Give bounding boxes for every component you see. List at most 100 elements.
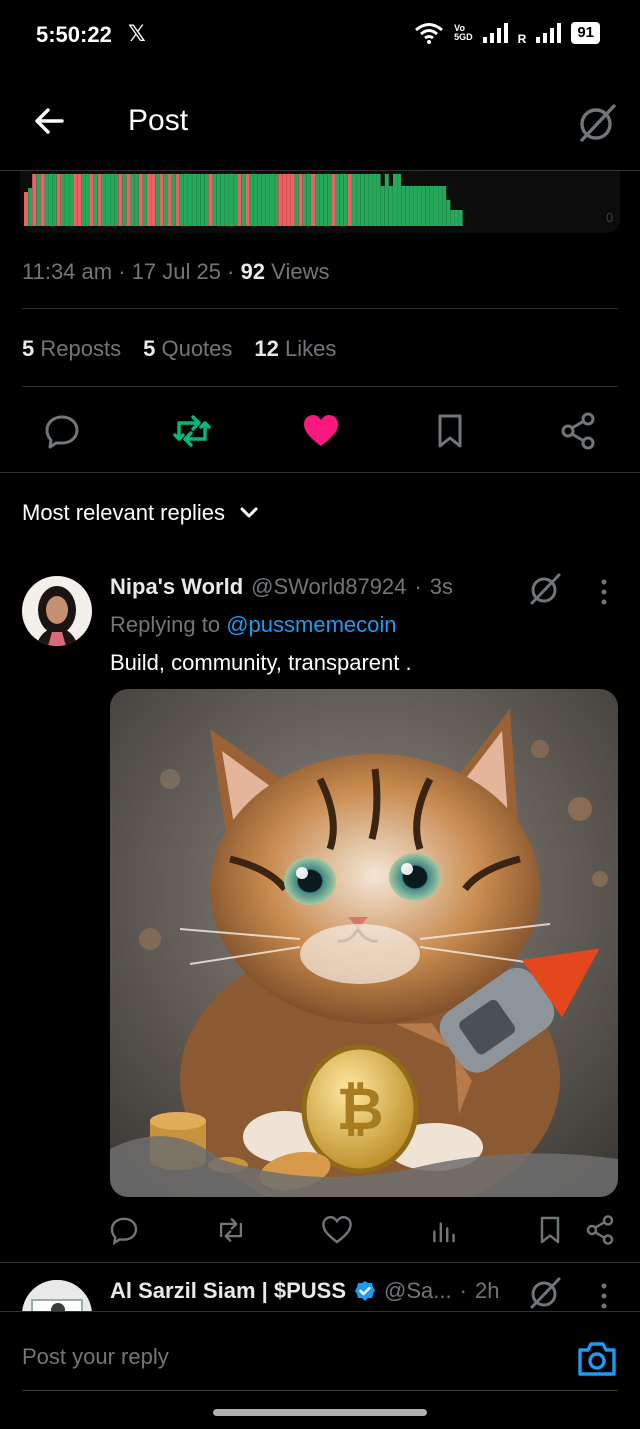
repost-icon[interactable]: [215, 1214, 247, 1246]
chart-bar: [417, 186, 422, 226]
chart-bar: [155, 174, 160, 226]
x-logo-icon: 𝕏: [128, 21, 146, 46]
price-chart-card[interactable]: [20, 171, 620, 233]
chevron-down-icon: [240, 507, 258, 518]
wifi-icon: [415, 23, 444, 44]
chart-bar: [93, 174, 98, 226]
grok-icon[interactable]: [574, 100, 620, 144]
share-icon[interactable]: [558, 411, 598, 451]
chart-bar: [126, 174, 131, 226]
replies-sort-dropdown[interactable]: Most relevant replies: [22, 500, 259, 526]
chart-bar: [110, 174, 115, 226]
chart-bar: [212, 174, 217, 226]
chart-bar: [388, 186, 393, 226]
avatar[interactable]: [22, 576, 92, 646]
chart-bar: [188, 174, 192, 226]
grok-icon[interactable]: [526, 1274, 564, 1310]
chart-bar: [204, 174, 209, 226]
camera-icon[interactable]: [576, 1338, 618, 1378]
chart-bar: [347, 174, 352, 226]
chart-bar: [77, 174, 82, 226]
chart-bar: [24, 192, 28, 226]
chart-bar: [56, 174, 61, 226]
chart-bar: [85, 174, 90, 226]
chart-bar: [401, 186, 406, 226]
likes-stat[interactable]: 12 Likes: [254, 336, 336, 362]
chart-bar: [257, 174, 262, 226]
chart-bar: [101, 174, 106, 226]
repost-icon[interactable]: [171, 411, 213, 451]
reply-author-name[interactable]: Al Sarzil Siam | $PUSS: [110, 1278, 346, 1304]
chart-bar: [270, 174, 274, 226]
reply-icon[interactable]: [108, 1214, 140, 1246]
battery-indicator: 91: [571, 22, 600, 44]
views-count: 92: [240, 259, 266, 284]
chart-bar: [81, 174, 86, 226]
reply-input[interactable]: [22, 1344, 522, 1370]
reply-author-handle[interactable]: @Sa...: [384, 1278, 452, 1304]
reply-author-handle[interactable]: @SWorld87924: [251, 574, 406, 600]
chart-bar: [327, 174, 332, 226]
chart-bar: [52, 174, 57, 226]
network-type: Vo 5GD: [454, 24, 473, 42]
chart-bar: [339, 174, 344, 226]
chart-bar: [265, 174, 270, 226]
chart-bar: [40, 174, 45, 226]
reposts-stat[interactable]: 5 Reposts: [22, 336, 121, 362]
home-indicator[interactable]: [213, 1409, 427, 1416]
analytics-icon[interactable]: [428, 1214, 460, 1246]
reply-author-name[interactable]: Nipa's World: [110, 574, 243, 600]
post-meta: 11:34 am · 17 Jul 25 · 92 Views: [22, 259, 330, 284]
bookmark-icon[interactable]: [430, 411, 470, 451]
like-icon[interactable]: [301, 411, 341, 451]
chart-bar: [65, 174, 69, 226]
divider: [0, 472, 640, 473]
quotes-stat[interactable]: 5 Quotes: [143, 336, 232, 362]
chart-bar: [171, 174, 176, 226]
chart-bar: [446, 200, 451, 226]
chart-bar: [360, 174, 365, 226]
page-title: Post: [128, 104, 189, 137]
chart-bar: [167, 174, 172, 226]
more-icon[interactable]: [594, 1282, 614, 1310]
post-time: 11:34 am: [22, 259, 113, 284]
chart-bar: [286, 174, 291, 226]
chart-bar: [69, 174, 74, 226]
network-5g-label: 5GD: [454, 32, 473, 42]
chart-bar: [28, 188, 33, 226]
chart-bar: [438, 186, 443, 226]
signal-icon-2: [536, 23, 562, 43]
engagement-stats: 5 Reposts 5 Quotes 12 Likes: [22, 336, 336, 362]
reply-media[interactable]: ₿: [110, 689, 618, 1197]
chart-bar: [409, 186, 414, 226]
chart-bar: [274, 174, 279, 226]
chart-bar: [364, 174, 369, 226]
replying-to: Replying to @pussmemecoin: [110, 612, 397, 637]
chart-bar: [200, 174, 205, 226]
chart-bar: [60, 174, 65, 226]
views-label[interactable]: Views: [271, 259, 329, 284]
chart-bar: [229, 174, 233, 226]
chart-bar: [163, 174, 168, 226]
replying-to-handle[interactable]: @pussmemecoin: [226, 612, 396, 637]
status-indicators: Vo 5GD R 91: [414, 22, 600, 45]
divider: [22, 1390, 618, 1391]
arrow-left-icon[interactable]: [28, 100, 70, 142]
more-icon[interactable]: [594, 578, 614, 606]
chart-bar: [429, 186, 434, 226]
chart-bar: [237, 174, 242, 226]
chart-bar: [376, 174, 381, 226]
bookmark-icon[interactable]: [534, 1214, 566, 1246]
chart-bar: [372, 174, 377, 226]
chart-bar: [253, 174, 258, 226]
chart-bar: [368, 174, 373, 226]
reply-icon[interactable]: [42, 411, 82, 451]
post-date: 17 Jul 25: [131, 259, 221, 284]
chart-y-tick: 0: [606, 210, 614, 225]
share-icon[interactable]: [584, 1214, 616, 1246]
chart-bar: [151, 174, 156, 226]
chart-bar: [442, 186, 447, 226]
like-icon[interactable]: [321, 1214, 353, 1246]
chart-bar: [241, 174, 246, 226]
grok-icon[interactable]: [526, 570, 564, 606]
